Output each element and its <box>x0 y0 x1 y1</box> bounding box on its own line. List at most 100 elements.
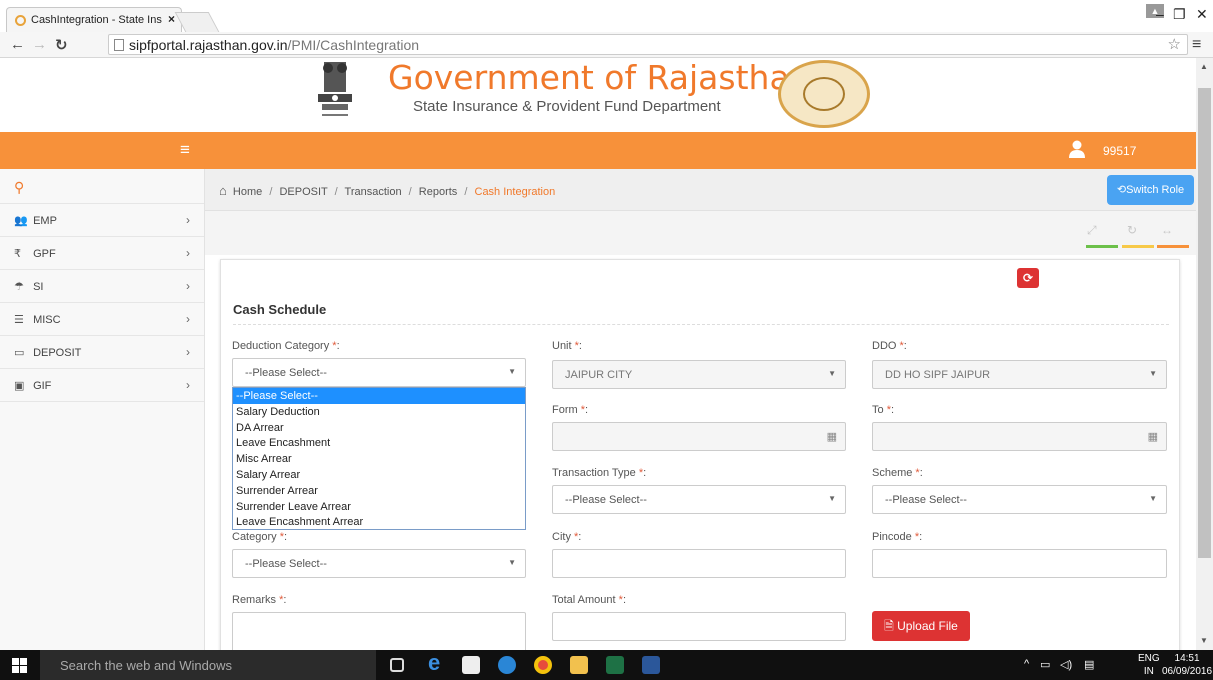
breadcrumb: ⌂ Home / DEPOSIT / Transaction / Reports… <box>219 183 555 198</box>
scroll-thumb[interactable] <box>1198 88 1211 558</box>
dropdown-option[interactable]: Surrender Arrear <box>233 483 525 499</box>
switch-role-button[interactable]: ⟲Switch Role <box>1107 175 1194 205</box>
city-input[interactable] <box>552 549 846 578</box>
home-icon[interactable]: ⌂ <box>219 183 227 198</box>
chevron-right-icon: › <box>186 378 190 392</box>
language-indicator[interactable]: ENG IN <box>1138 652 1160 678</box>
url-input[interactable]: sipfportal.rajasthan.gov.in/PMI/CashInte… <box>108 34 1188 55</box>
volume-icon[interactable]: ◁) <box>1060 658 1072 671</box>
transaction-type-select[interactable]: --Please Select-- ▼ <box>552 485 846 514</box>
upload-file-button[interactable]: 🗎 Upload File <box>872 611 970 641</box>
tray-chevron-icon[interactable]: ^ <box>1024 658 1029 670</box>
window-close-icon[interactable]: ✕ <box>1196 6 1208 23</box>
divider <box>233 324 1169 325</box>
state-emblem-icon <box>318 62 352 116</box>
minimize-icon[interactable]: – <box>1156 6 1164 22</box>
browser-tabbar: CashIntegration - State Ins × ▲ – ❐ ✕ <box>0 0 1213 32</box>
bookmark-star-icon[interactable]: ☆ <box>1168 35 1181 53</box>
card-icon: ▭ <box>14 347 25 359</box>
panel-tools: ⤢ ↻ ↔ <box>205 211 1196 255</box>
ddo-label: DDO *: <box>872 340 907 352</box>
breadcrumb-transaction[interactable]: Transaction <box>345 186 402 198</box>
breadcrumb-deposit[interactable]: DEPOSIT <box>279 186 327 198</box>
to-date-input[interactable]: ▦ <box>872 422 1167 451</box>
sidebar-item-misc[interactable]: ☰ MISC › <box>0 303 204 336</box>
tool-indicator-orange <box>1157 245 1189 248</box>
sidebar-item-gif[interactable]: ▣ GIF › <box>0 369 204 402</box>
menu-toggle-icon[interactable]: ≡ <box>180 140 190 160</box>
breadcrumb-reports[interactable]: Reports <box>419 186 458 198</box>
scheme-select[interactable]: --Please Select-- ▼ <box>872 485 1167 514</box>
top-navbar: ≡ 99517 <box>0 132 1196 169</box>
category-value: --Please Select-- <box>245 558 327 570</box>
calendar-icon[interactable]: ▦ <box>827 430 837 443</box>
user-id[interactable]: 99517 <box>1103 144 1136 158</box>
ddo-select[interactable]: DD HO SIPF JAIPUR ▼ <box>872 360 1167 389</box>
favicon-icon <box>15 15 26 26</box>
taskbar-clock[interactable]: 14:51 06/09/2016 <box>1162 652 1212 678</box>
site-subtitle: State Insurance & Provident Fund Departm… <box>413 98 721 115</box>
remarks-textarea[interactable] <box>232 612 526 652</box>
sidebar-item-deposit[interactable]: ▭ DEPOSIT › <box>0 336 204 369</box>
search-icon[interactable]: ⚲ <box>14 179 24 195</box>
maximize-icon[interactable]: ❐ <box>1173 6 1186 23</box>
scroll-up-icon[interactable]: ▲ <box>1200 62 1208 71</box>
dropdown-option[interactable]: Salary Arrear <box>233 467 525 483</box>
browser-app-icon[interactable] <box>498 656 516 674</box>
browser-tab[interactable]: CashIntegration - State Ins × <box>6 7 182 32</box>
close-tab-icon[interactable]: × <box>168 12 175 26</box>
pincode-input[interactable] <box>872 549 1167 578</box>
unit-select[interactable]: JAIPUR CITY ▼ <box>552 360 846 389</box>
calendar-icon[interactable]: ▦ <box>1148 430 1158 443</box>
sidebar-item-gpf[interactable]: ₹ GPF › <box>0 237 204 270</box>
scroll-down-icon[interactable]: ▼ <box>1200 636 1208 645</box>
form-date-label: Form *: <box>552 404 589 416</box>
dropdown-option[interactable]: Salary Deduction <box>233 404 525 420</box>
chrome-icon[interactable] <box>534 656 552 674</box>
deduction-category-label: Deduction Category *: <box>232 340 340 352</box>
edge-icon[interactable]: e <box>428 650 446 675</box>
windows-start-icon[interactable] <box>12 658 27 673</box>
sidebar-item-label: GIF <box>33 380 52 392</box>
file-explorer-icon[interactable] <box>570 656 588 674</box>
breadcrumb-home[interactable]: Home <box>233 186 262 198</box>
back-icon[interactable]: ← <box>10 36 25 53</box>
dropdown-option[interactable]: Surrender Leave Arrear <box>233 499 525 515</box>
word-icon[interactable] <box>642 656 660 674</box>
user-icon[interactable] <box>1068 140 1086 158</box>
breadcrumb-separator: / <box>408 186 412 198</box>
dropdown-option[interactable]: Leave Encashment <box>233 435 525 451</box>
notification-icon[interactable]: ▤ <box>1084 658 1094 671</box>
expand-icon[interactable]: ⤢ <box>1087 223 1097 238</box>
dropdown-option[interactable]: --Please Select-- <box>233 388 525 404</box>
dropdown-option[interactable]: Leave Encashment Arrear <box>233 514 525 530</box>
sidebar-item-emp[interactable]: 👥 EMP › <box>0 204 204 237</box>
browser-menu-icon[interactable]: ≡ <box>1192 36 1201 54</box>
reset-button[interactable]: ⟳ <box>1017 268 1039 288</box>
taskbar-search-input[interactable]: Search the web and Windows <box>40 650 376 680</box>
dropdown-option[interactable]: Misc Arrear <box>233 451 525 467</box>
dropdown-option[interactable]: DA Arrear <box>233 420 525 436</box>
forward-icon[interactable]: → <box>32 36 47 53</box>
collapse-icon[interactable]: ↔ <box>1161 223 1173 237</box>
deduction-category-select[interactable]: --Please Select-- ▼ <box>232 358 526 387</box>
refresh-icon[interactable]: ↻ <box>1127 223 1137 237</box>
sidebar-search[interactable]: ⚲ <box>0 169 204 204</box>
page-icon <box>114 39 124 51</box>
total-amount-input[interactable] <box>552 612 846 641</box>
excel-icon[interactable] <box>606 656 624 674</box>
page-scrollbar[interactable]: ▲ ▼ <box>1196 58 1213 650</box>
task-view-icon[interactable] <box>390 658 404 672</box>
reload-icon[interactable]: ↻ <box>55 36 68 54</box>
network-icon[interactable]: ▭ <box>1040 658 1050 671</box>
category-label: Category *: <box>232 531 288 543</box>
category-select[interactable]: --Please Select-- ▼ <box>232 549 526 578</box>
form-date-input[interactable]: ▦ <box>552 422 846 451</box>
store-icon[interactable] <box>462 656 480 674</box>
breadcrumb-separator: / <box>334 186 338 198</box>
sidebar-item-si[interactable]: ☂ SI › <box>0 270 204 303</box>
department-seal-icon <box>778 60 870 128</box>
chevron-down-icon: ▼ <box>508 367 516 376</box>
chevron-down-icon: ▼ <box>828 494 836 503</box>
chevron-down-icon: ▼ <box>508 558 516 567</box>
